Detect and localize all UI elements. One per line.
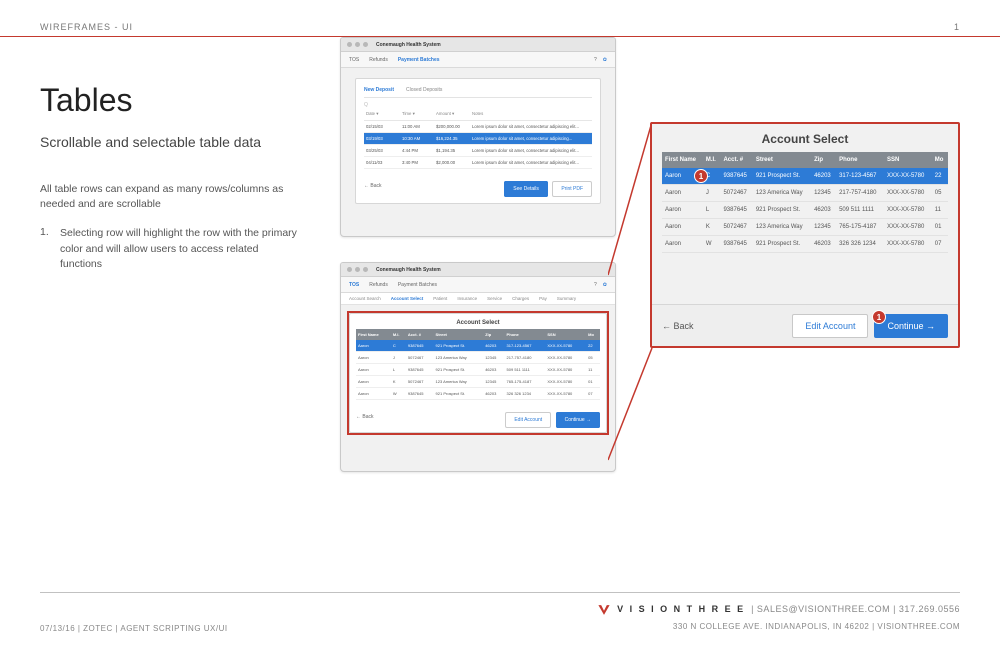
help-icon[interactable]: ?: [594, 282, 597, 288]
bullet-number: 1.: [40, 226, 50, 272]
back-link[interactable]: ← Back: [356, 414, 374, 420]
callout-title: Account Select: [662, 132, 948, 146]
col-header[interactable]: Phone: [505, 329, 546, 340]
account-table: First NameM.I.Acct. #StreetZipPhoneSSNMo…: [662, 152, 948, 253]
col-header[interactable]: Zip: [483, 329, 504, 340]
col-header[interactable]: Street: [753, 152, 811, 168]
window-titlebar: Conemaugh Health System: [341, 38, 615, 52]
body-text: All table rows can expand as many rows/c…: [40, 182, 300, 212]
bullet-text: Selecting row will highlight the row wit…: [60, 226, 300, 272]
continue-button[interactable]: Continue →: [556, 412, 600, 428]
page-footer: 07/13/16 | ZOTEC | AGENT SCRIPTING UX/UI…: [40, 592, 960, 647]
tab-new-deposit[interactable]: New Deposit: [364, 87, 394, 93]
account-select-title: Account Select: [356, 320, 600, 326]
tab-payment-batches[interactable]: Payment Batches: [398, 57, 440, 63]
subtab[interactable]: Patient: [433, 296, 447, 301]
help-icon[interactable]: ?: [594, 57, 597, 63]
annotation-dot-1b: 1: [872, 310, 886, 324]
col-header[interactable]: M.I.: [703, 152, 721, 168]
col-header[interactable]: SSN: [545, 329, 586, 340]
col-header[interactable]: Acct. #: [720, 152, 752, 168]
subtab[interactable]: Account Search: [349, 296, 381, 301]
table-row[interactable]: AaronJ5072467123 America Way12345217-757…: [662, 185, 948, 202]
deposit-row[interactable]: 02/15/0311:00 AM$200,000.00Lorem ipsum d…: [364, 121, 592, 133]
table-row[interactable]: AaronW9387645921 Prospect St.46203326 32…: [662, 236, 948, 253]
col-header[interactable]: Acct. #: [406, 329, 434, 340]
edit-account-button[interactable]: Edit Account: [505, 412, 551, 428]
col-header[interactable]: M.I.: [391, 329, 406, 340]
footer-left: 07/13/16 | ZOTEC | AGENT SCRIPTING UX/UI: [40, 624, 228, 633]
subtab[interactable]: Insurance: [457, 296, 477, 301]
back-link[interactable]: ← Back: [364, 183, 382, 189]
deposit-table-header: Date ▾Time ▾Amount ▾Notes: [364, 108, 592, 121]
table-row[interactable]: AaronL9387645921 Prospect St.46203509 51…: [662, 202, 948, 219]
gear-icon[interactable]: ✿: [603, 57, 607, 63]
subtab[interactable]: Service: [487, 296, 502, 301]
header-left: WIREFRAMES - UI: [40, 22, 133, 32]
annotation-dot-1: 1: [694, 169, 708, 183]
deposit-card: New Deposit Closed Deposits Q Date ▾Time…: [355, 78, 601, 204]
page-header: WIREFRAMES - UI 1: [0, 0, 1000, 37]
col-header[interactable]: First Name: [662, 152, 703, 168]
col-header[interactable]: First Name: [356, 329, 391, 340]
bullet-item: 1. Selecting row will highlight the row …: [40, 226, 300, 272]
subtab[interactable]: Charges: [512, 296, 529, 301]
tab-closed-deposits[interactable]: Closed Deposits: [406, 87, 442, 93]
gear-icon[interactable]: ✿: [603, 282, 607, 288]
page-number: 1: [954, 22, 960, 32]
subtab[interactable]: Pay: [539, 296, 547, 301]
subtab[interactable]: Account Select: [391, 296, 424, 301]
brand: V I S I O N T H R E E | SALES@VISIONTHRE…: [597, 603, 960, 617]
table-row[interactable]: AaronC9387645921 Prospect St.46203317-12…: [356, 340, 600, 352]
col-header[interactable]: Mo: [586, 329, 600, 340]
callout-account-select: Account Select First NameM.I.Acct. #Stre…: [650, 122, 960, 348]
mock-window-account-select: Conemaugh Health System TOS Refunds Paym…: [340, 262, 616, 472]
col-header[interactable]: Street: [434, 329, 484, 340]
tab-refunds[interactable]: Refunds: [369, 57, 388, 63]
print-pdf-button[interactable]: Print PDF: [552, 181, 592, 197]
mock-window-payment-batches: Conemaugh Health System TOS Refunds Paym…: [340, 37, 616, 237]
subtab[interactable]: Summary: [557, 296, 576, 301]
subtitle: Scrollable and selectable table data: [40, 133, 290, 152]
footer-address: 330 N COLLEGE AVE. INDIANAPOLIS, IN 4620…: [597, 621, 960, 633]
edit-account-button[interactable]: Edit Account: [792, 314, 868, 338]
table-row[interactable]: AaronL9387645921 Prospect St.46203509 51…: [356, 364, 600, 376]
col-header[interactable]: Zip: [811, 152, 836, 168]
col-header[interactable]: SSN: [884, 152, 932, 168]
main-tabs: TOS Refunds Payment Batches ? ✿: [341, 52, 615, 68]
deposit-row[interactable]: 03/25/034:44 PM$1,194.35Lorem ipsum dolo…: [364, 145, 592, 157]
table-row[interactable]: AaronK5072467123 America Way12345765-175…: [662, 219, 948, 236]
col-header[interactable]: Phone: [836, 152, 884, 168]
table-row[interactable]: AaronJ5072467123 America Way12345217-757…: [356, 352, 600, 364]
back-button[interactable]: ← Back: [662, 321, 694, 331]
col-header[interactable]: Mo: [932, 152, 948, 168]
traffic-lights: [347, 42, 368, 47]
sub-tabs: Account Search Account Select Patient Insur…: [341, 293, 615, 305]
see-details-button[interactable]: See Details: [504, 181, 548, 197]
deposit-row[interactable]: 04/11/033:40 PM$2,000.00Lorem ipsum dolo…: [364, 157, 592, 169]
deposit-row[interactable]: 03/19/0310:30 AM$16,224.35Lorem ipsum do…: [364, 133, 592, 145]
brand-logo-icon: [597, 603, 611, 617]
table-row[interactable]: AaronK5072467123 America Way12345765-175…: [356, 376, 600, 388]
tab-tos[interactable]: TOS: [349, 57, 359, 63]
app-title: Conemaugh Health System: [376, 42, 441, 48]
table-row[interactable]: AaronW9387645921 Prospect St.46203326 32…: [356, 388, 600, 400]
